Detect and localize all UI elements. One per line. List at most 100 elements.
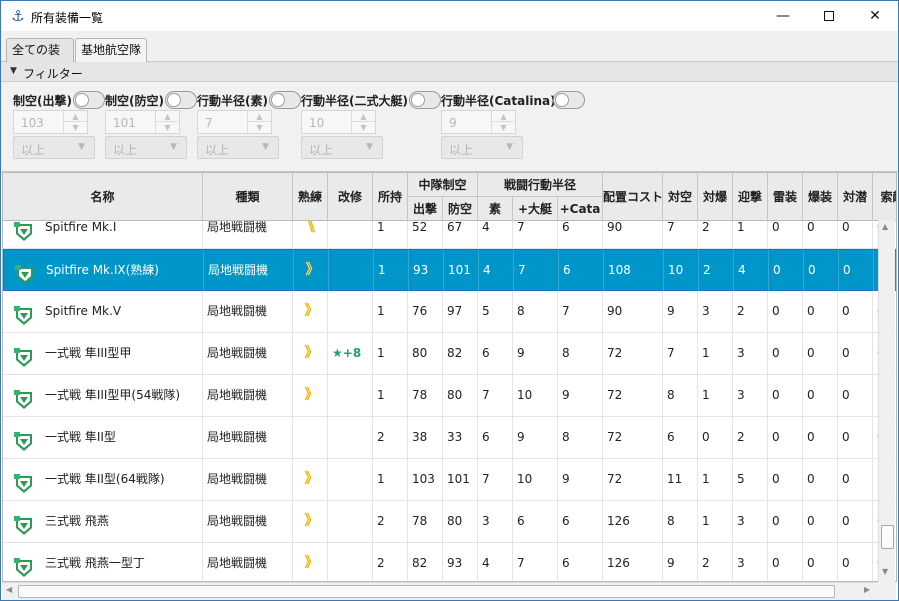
table-body: Spitfire Mk.I局地戦闘機\\15267476907210000Spi…	[3, 221, 896, 581]
table-row[interactable]: 三式戦 飛燕一型丁局地戦闘機》282934761269230000	[3, 543, 896, 581]
spinner-value[interactable]: 103	[21, 116, 44, 130]
header-bombing[interactable]: 爆装	[803, 173, 838, 221]
filter-toggle-switch[interactable]	[269, 91, 301, 109]
table-row[interactable]: Spitfire Mk.I局地戦闘機\\15267476907210000	[3, 221, 896, 249]
scroll-left-icon[interactable]: ◀	[6, 585, 12, 594]
header-cost[interactable]: 配置コスト	[603, 173, 663, 221]
equipment-name: 一式戦 隼II型(64戦隊)	[45, 472, 165, 486]
table-row[interactable]: 一式戦 隼III型甲(54戦隊)局地戦闘機》178807109728130001	[3, 375, 896, 417]
spinner-value[interactable]: 7	[205, 116, 213, 130]
table-row[interactable]: Spitfire Mk.IX(熟練) 局地戦闘機》 1 93 101 4 7 6 108 10 2 4…	[3, 249, 896, 291]
header-intercept[interactable]: 迎撃	[733, 173, 768, 221]
vertical-scrollbar[interactable]: ▲ ▼	[878, 220, 895, 582]
scroll-up-icon[interactable]: ▲	[882, 222, 888, 231]
header-anti-bomber[interactable]: 対爆	[698, 173, 733, 221]
chevron-down-icon: ▼	[170, 142, 177, 152]
header-name[interactable]: 名称	[3, 173, 203, 221]
spinner-value[interactable]: 10	[309, 116, 324, 130]
spinner-down-icon[interactable]: ▼	[352, 122, 375, 133]
header-torpedo[interactable]: 雷装	[768, 173, 803, 221]
header-owned[interactable]: 所持	[373, 173, 408, 221]
filter-toggle-switch[interactable]	[553, 91, 585, 109]
cell-intercept: 3	[733, 375, 768, 416]
spinner-arrows: ▲ ▼	[155, 111, 179, 133]
header-radius-base[interactable]: 素	[478, 197, 513, 221]
tab-all-equipment[interactable]: 全ての装備	[6, 38, 74, 79]
filter-value-spinner[interactable]: 103 ▲ ▼	[13, 110, 88, 134]
spinner-value[interactable]: 9	[449, 116, 457, 130]
header-radius-cata[interactable]: +Cata	[558, 197, 603, 221]
cell-torpedo: 0	[768, 221, 803, 248]
cell-aa: 8	[663, 501, 698, 542]
equipment-name: 一式戦 隼III型甲	[45, 346, 132, 360]
header-radius[interactable]: 戦闘行動半径	[478, 173, 603, 197]
horizontal-scroll-thumb[interactable]	[18, 585, 835, 598]
filter-value-spinner[interactable]: 9 ▲ ▼	[441, 110, 516, 134]
equipment-list-window: ⚓ 所有装備一覧 — ✕ 全ての装備 基地航空隊 ▼ フィルター 制空(出撃) 1…	[0, 0, 899, 601]
header-improvement[interactable]: 改修	[328, 173, 373, 221]
filter-header[interactable]: ▼ フィルター	[1, 62, 898, 82]
spinner-down-icon[interactable]: ▼	[492, 122, 515, 133]
filter-group-label: 行動半径(素)	[197, 94, 268, 108]
horizontal-scrollbar[interactable]: ◀ ▶	[2, 582, 878, 600]
cell-intercept: 2	[733, 417, 768, 458]
spinner-up-icon[interactable]: ▲	[64, 111, 87, 122]
vertical-scroll-thumb[interactable]	[881, 525, 894, 549]
filter-value-spinner[interactable]: 7 ▲ ▼	[197, 110, 272, 134]
spinner-down-icon[interactable]: ▼	[64, 122, 87, 133]
filter-compare-dropdown[interactable]: 以上 ▼	[13, 136, 95, 159]
header-proficiency[interactable]: 熟練	[293, 173, 328, 221]
spinner-down-icon[interactable]: ▼	[156, 122, 179, 133]
filter-compare-dropdown[interactable]: 以上 ▼	[105, 136, 187, 159]
equipment-name-cell: Spitfire Mk.IX(熟練)	[4, 250, 204, 291]
spinner-up-icon[interactable]: ▲	[352, 111, 375, 122]
cell-intercept: 4	[734, 250, 769, 291]
cell-cata: 8	[558, 333, 603, 374]
toggle-knob	[75, 93, 89, 107]
maximize-button[interactable]	[806, 1, 852, 31]
minimize-button[interactable]: —	[760, 1, 806, 31]
cell-base: 4	[479, 250, 514, 291]
table-row[interactable]: Spitfire Mk.V局地戦闘機》17697587909320000	[3, 291, 896, 333]
cell-sortie: 93	[409, 250, 444, 291]
filter-toggle-switch[interactable]	[165, 91, 197, 109]
proficiency-icon: 》	[304, 555, 319, 571]
filter-value-spinner[interactable]: 10 ▲ ▼	[301, 110, 376, 134]
spinner-value[interactable]: 101	[113, 116, 136, 130]
header-radius-taitei[interactable]: +大艇	[513, 197, 558, 221]
filter-compare-dropdown[interactable]: 以上 ▼	[441, 136, 523, 159]
filter-group-label: 制空(出撃)	[13, 94, 72, 108]
improvement-cell	[328, 543, 373, 581]
header-defense[interactable]: 防空	[443, 197, 478, 221]
scroll-right-icon[interactable]: ▶	[864, 585, 870, 594]
table-row[interactable]: 一式戦 隼II型(64戦隊) 局地戦闘機》 1 103 101 7 10 9 72 11 1 5 0 0 0…	[3, 459, 896, 501]
filter-compare-dropdown[interactable]: 以上 ▼	[197, 136, 279, 159]
header-sortie[interactable]: 出撃	[408, 197, 443, 221]
filter-value-spinner[interactable]: 101 ▲ ▼	[105, 110, 180, 134]
spinner-up-icon[interactable]: ▲	[492, 111, 515, 122]
land-fighter-icon	[13, 512, 35, 535]
cell-asw: 0	[838, 333, 873, 374]
header-aa[interactable]: 対空	[663, 173, 698, 221]
filter-compare-dropdown[interactable]: 以上 ▼	[301, 136, 383, 159]
tab-base-air-corps[interactable]: 基地航空隊	[75, 38, 147, 62]
close-button[interactable]: ✕	[852, 1, 898, 31]
header-asw[interactable]: 対潜	[838, 173, 873, 221]
spinner-down-icon[interactable]: ▼	[248, 122, 271, 133]
table-row[interactable]: 一式戦 隼II型局地戦闘機23833698726020000	[3, 417, 896, 459]
filter-toggle-switch[interactable]	[73, 91, 105, 109]
spinner-up-icon[interactable]: ▲	[156, 111, 179, 122]
table-row[interactable]: 三式戦 飛燕局地戦闘機》278803661268130000	[3, 501, 896, 543]
table-row[interactable]: 一式戦 隼III型甲局地戦闘機》★+818082698727130000	[3, 333, 896, 375]
header-squad-air[interactable]: 中隊制空	[408, 173, 478, 197]
equipment-name-cell: 三式戦 飛燕一型丁	[3, 543, 203, 581]
equipment-name: 一式戦 隼II型	[45, 430, 116, 444]
scroll-down-icon[interactable]: ▼	[882, 567, 888, 576]
chevron-down-icon: ▼	[262, 142, 269, 152]
header-los[interactable]: 索敵	[873, 173, 896, 221]
improvement-cell	[328, 501, 373, 542]
spinner-up-icon[interactable]: ▲	[248, 111, 271, 122]
filter-toggle-switch[interactable]	[409, 91, 441, 109]
proficiency-cell: 》	[293, 501, 328, 542]
header-type[interactable]: 種類	[203, 173, 293, 221]
